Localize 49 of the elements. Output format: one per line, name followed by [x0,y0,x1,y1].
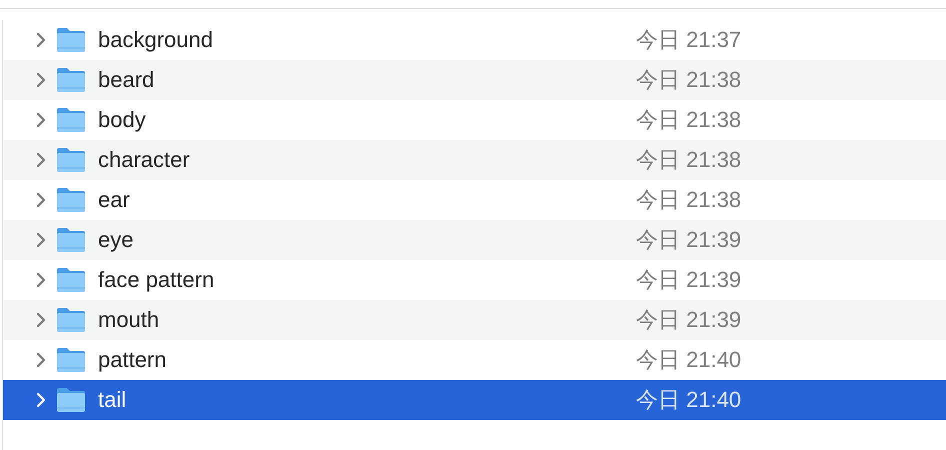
folder-icon [56,107,86,133]
chevron-icon[interactable] [35,311,47,329]
file-row[interactable]: body 今日 21:38 [3,100,946,140]
file-row[interactable]: character 今日 21:38 [3,140,946,180]
chevron-icon[interactable] [35,151,47,169]
folder-name: mouth [98,307,160,333]
folder-icon [56,187,86,213]
chevron-icon[interactable] [35,71,47,89]
folder-icon [56,267,86,293]
folder-icon [56,307,86,333]
file-row[interactable]: face pattern 今日 21:39 [3,260,946,300]
modified-date: 今日 21:38 [636,146,742,174]
file-row[interactable]: tail 今日 21:40 [3,380,946,420]
chevron-icon[interactable] [35,351,47,369]
file-row[interactable]: eye 今日 21:39 [3,220,946,260]
modified-date: 今日 21:38 [636,106,742,134]
chevron-icon[interactable] [35,271,47,289]
file-row[interactable]: background 今日 21:37 [3,20,946,60]
folder-icon [56,67,86,93]
file-row[interactable]: beard 今日 21:38 [3,60,946,100]
file-row[interactable]: ear 今日 21:38 [3,180,946,220]
folder-name: face pattern [98,267,216,293]
modified-date: 今日 21:39 [636,226,742,254]
folder-name: ear [98,187,131,213]
file-row[interactable]: pattern 今日 21:40 [3,340,946,380]
chevron-icon[interactable] [35,111,47,129]
modified-date: 今日 21:39 [636,266,742,294]
modified-date: 今日 21:39 [636,306,742,334]
folder-name: tail [98,387,128,413]
modified-date: 今日 21:40 [636,386,742,414]
folder-icon [56,227,86,253]
folder-name: background [98,27,214,53]
folder-name: beard [98,67,156,93]
folder-icon [56,387,86,413]
modified-date: 今日 21:40 [636,346,742,374]
chevron-icon[interactable] [35,231,47,249]
chevron-icon[interactable] [35,191,47,209]
folder-icon [56,27,86,53]
folder-icon [56,147,86,173]
modified-date: 今日 21:37 [636,26,742,54]
folder-name: eye [98,227,134,253]
chevron-icon[interactable] [35,31,47,49]
folder-icon [56,347,86,373]
modified-date: 今日 21:38 [636,66,742,94]
folder-name: character [98,147,191,173]
modified-date: 今日 21:38 [636,186,742,214]
folder-name: body [98,107,147,133]
folder-name: pattern [98,347,168,373]
file-row[interactable]: mouth 今日 21:39 [3,300,946,340]
